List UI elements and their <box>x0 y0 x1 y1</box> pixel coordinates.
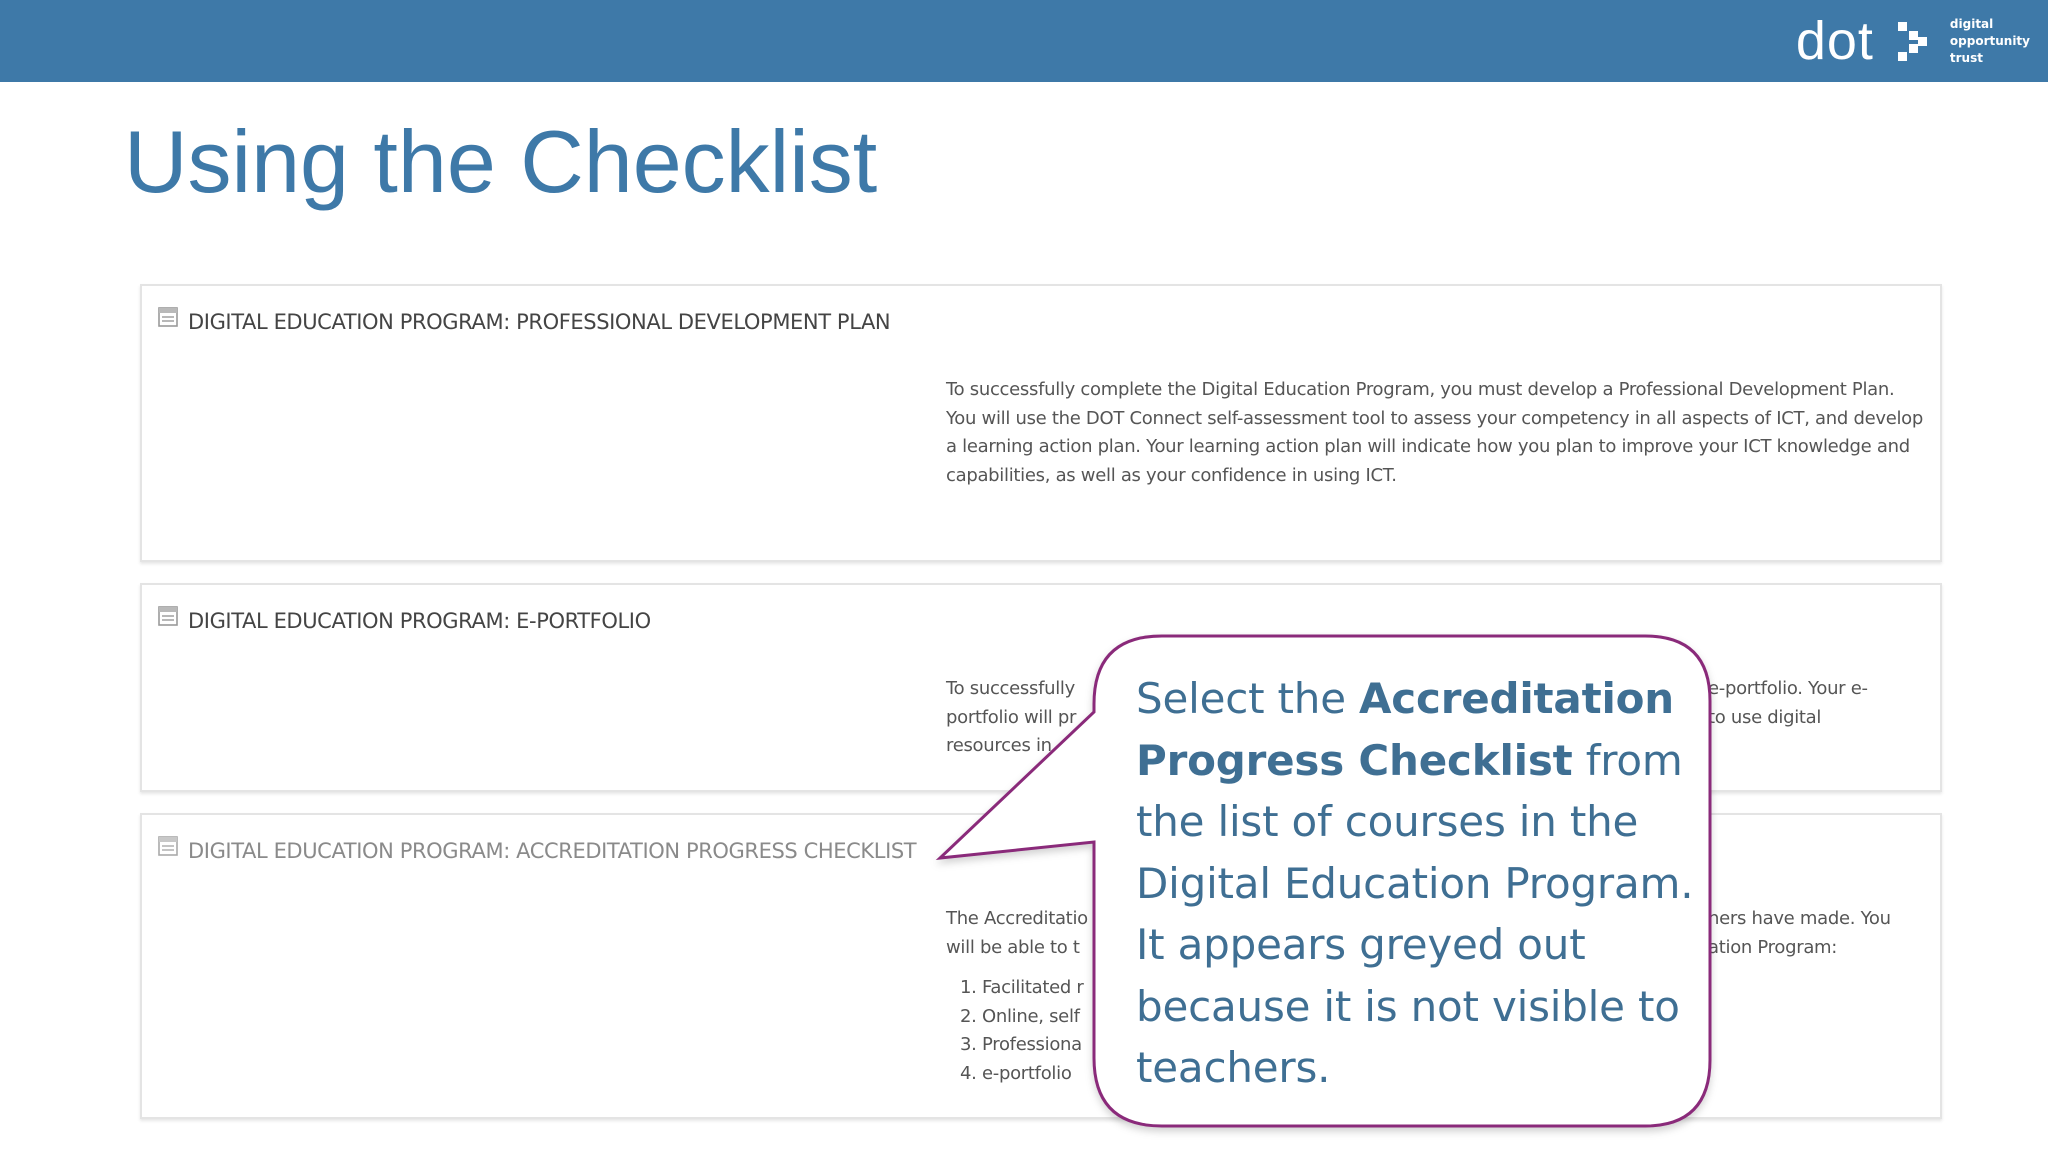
callout-text-part: from the list of courses in the Digital … <box>1136 735 1694 1093</box>
course-description: To successfully complete the Digital Edu… <box>946 376 1926 490</box>
callout-text: Select the Accreditation Progress Checkl… <box>1136 668 1696 1099</box>
description-fragment: will be able to t <box>946 936 1080 958</box>
header-bar: dot digital opportunity trust <box>0 0 2048 82</box>
logo-line-2: opportunity <box>1949 33 2030 48</box>
chevron-right-icon <box>1897 22 1927 61</box>
course-title: DIGITAL EDUCATION PROGRAM: PROFESSIONAL … <box>188 310 891 334</box>
course-title: DIGITAL EDUCATION PROGRAM: ACCREDITATION… <box>188 839 917 863</box>
course-icon <box>158 606 178 626</box>
course-description-text: To successfully complete the Digital Edu… <box>946 379 1924 486</box>
course-link-e-portfolio[interactable]: DIGITAL EDUCATION PROGRAM: E-PORTFOLIO <box>158 606 651 633</box>
description-fragment: The Accreditatio <box>946 908 1088 929</box>
logo-tagline: digital opportunity trust <box>1950 16 2030 67</box>
logo-line-1: digital <box>1949 16 1994 31</box>
description-fragment: hers have made. You <box>1708 908 1891 929</box>
course-link-professional-development-plan[interactable]: DIGITAL EDUCATION PROGRAM: PROFESSIONAL … <box>158 307 891 334</box>
course-link-accreditation-progress-checklist[interactable]: DIGITAL EDUCATION PROGRAM: ACCREDITATION… <box>158 836 917 863</box>
course-icon <box>158 307 178 327</box>
description-fragment: portfolio will pr <box>946 706 1077 728</box>
description-fragment: To successfully <box>946 678 1075 699</box>
description-fragment: e-portfolio. Your e- <box>1708 678 1868 699</box>
course-icon <box>158 836 178 856</box>
logo-line-3: trust <box>1949 50 1983 65</box>
description-fragment: ation Program: <box>1708 936 1838 958</box>
course-title: DIGITAL EDUCATION PROGRAM: E-PORTFOLIO <box>188 609 651 633</box>
description-fragment: resources in <box>946 735 1052 756</box>
dot-logo: dot digital opportunity trust <box>1796 6 2030 76</box>
slide-title: Using the Checklist <box>124 112 878 211</box>
description-fragment: to use digital <box>1708 706 1822 728</box>
callout-text-part: Select the <box>1136 674 1359 723</box>
logo-word: dot <box>1795 11 1874 71</box>
course-card-professional-development-plan: DIGITAL EDUCATION PROGRAM: PROFESSIONAL … <box>140 284 1942 562</box>
